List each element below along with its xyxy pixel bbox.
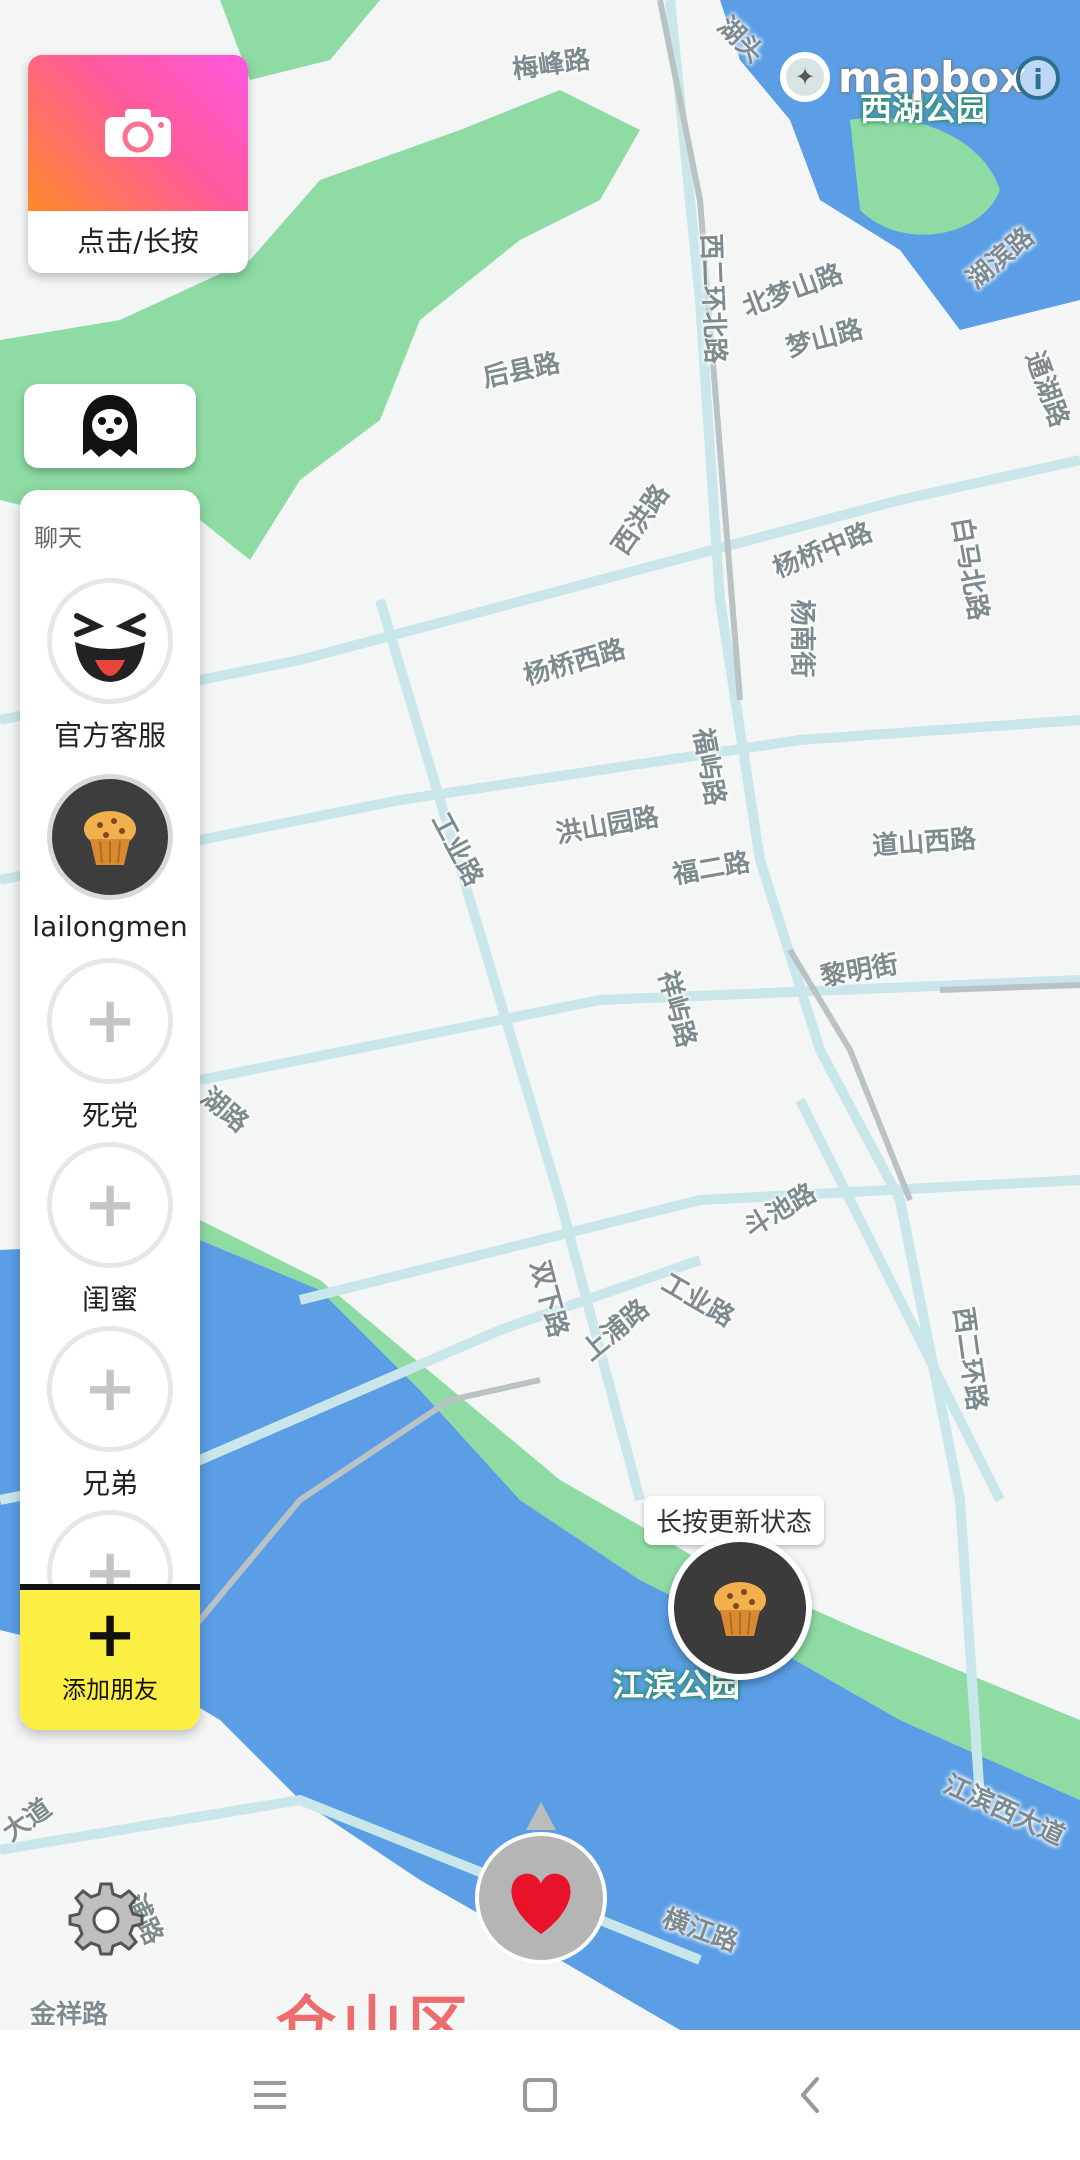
add-friend-label: 添加朋友 [62, 1676, 158, 1704]
laughing-face-avatar [47, 578, 173, 704]
status-avatar[interactable] [668, 1536, 812, 1680]
friend-name: 死党 [81, 1099, 138, 1132]
compass-icon: ✦ [780, 52, 830, 102]
muffin-icon [714, 1582, 766, 1636]
friend-slot-bestie[interactable]: + 闺蜜 [20, 1142, 200, 1318]
menu-icon[interactable] [240, 2065, 300, 2125]
muffin-avatar [47, 774, 173, 900]
add-friend-button[interactable]: + 添加朋友 [20, 1584, 200, 1730]
plus-icon: + [83, 1168, 137, 1242]
heart-button[interactable] [474, 1796, 608, 1966]
friend-slot-brother[interactable]: + 兄弟 [20, 1326, 200, 1502]
camera-button[interactable]: 点击/长按 [28, 55, 248, 273]
add-avatar: + [47, 1326, 173, 1452]
plus-icon: + [83, 984, 137, 1058]
friend-official-support[interactable]: 官方客服 [20, 578, 200, 754]
chat-title: 聊天 [34, 524, 82, 552]
camera-area [28, 55, 248, 211]
camera-icon [105, 109, 171, 157]
add-avatar: + [47, 958, 173, 1084]
home-icon[interactable] [510, 2065, 570, 2125]
road-label: 西二环北路 [695, 233, 730, 365]
mapbox-logo[interactable]: ✦ mapbox [780, 52, 1026, 102]
friend-name: 官方客服 [53, 719, 166, 752]
road-label: 杨南街 [786, 599, 817, 678]
gear-icon[interactable] [68, 1880, 144, 1956]
district-label: 仓山区 [276, 1990, 474, 2030]
back-icon[interactable] [780, 2065, 840, 2125]
plus-icon: + [83, 1598, 137, 1672]
friend-name: 兄弟 [81, 1467, 138, 1500]
system-nav-bar [0, 2030, 1080, 2160]
road-label: 金祥路 [30, 2000, 109, 2030]
muffin-icon [84, 811, 136, 865]
ghost-button[interactable] [24, 384, 196, 468]
friend-name: 闺蜜 [81, 1283, 138, 1316]
friend-name: lailongmen [32, 910, 188, 943]
ghost-icon [83, 395, 137, 457]
camera-label: 点击/长按 [77, 225, 199, 258]
road-label: 道山西路 [871, 824, 978, 862]
add-avatar: + [47, 1142, 173, 1268]
chat-panel[interactable]: 聊天 官方客服 lailongmen + 死党 + 闺蜜 + 兄弟 + + 添加… [20, 490, 200, 1730]
laughing-face-icon [74, 613, 146, 682]
plus-icon: + [83, 1352, 137, 1426]
info-icon[interactable]: i [1016, 56, 1060, 100]
mapbox-wordmark: mapbox [838, 52, 1027, 102]
friend-slot-best-buddy[interactable]: + 死党 [20, 958, 200, 1134]
friend-lailongmen[interactable]: lailongmen [20, 774, 200, 943]
